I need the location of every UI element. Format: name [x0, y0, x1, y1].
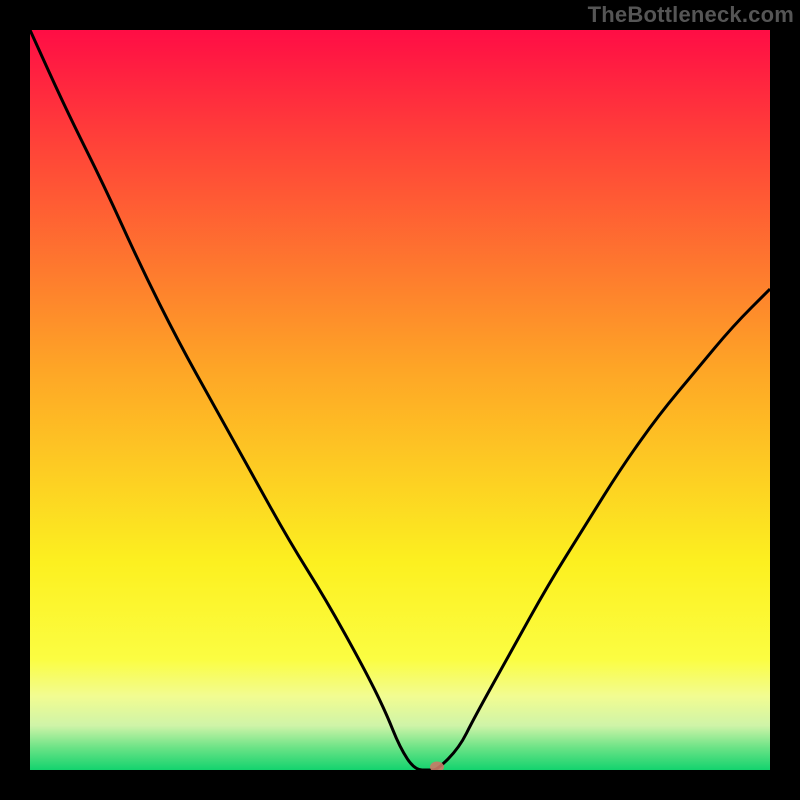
- watermark-text: TheBottleneck.com: [588, 2, 794, 28]
- chart-svg: [30, 30, 770, 770]
- gradient-background: [30, 30, 770, 770]
- plot-area: [30, 30, 770, 770]
- chart-frame: TheBottleneck.com: [0, 0, 800, 800]
